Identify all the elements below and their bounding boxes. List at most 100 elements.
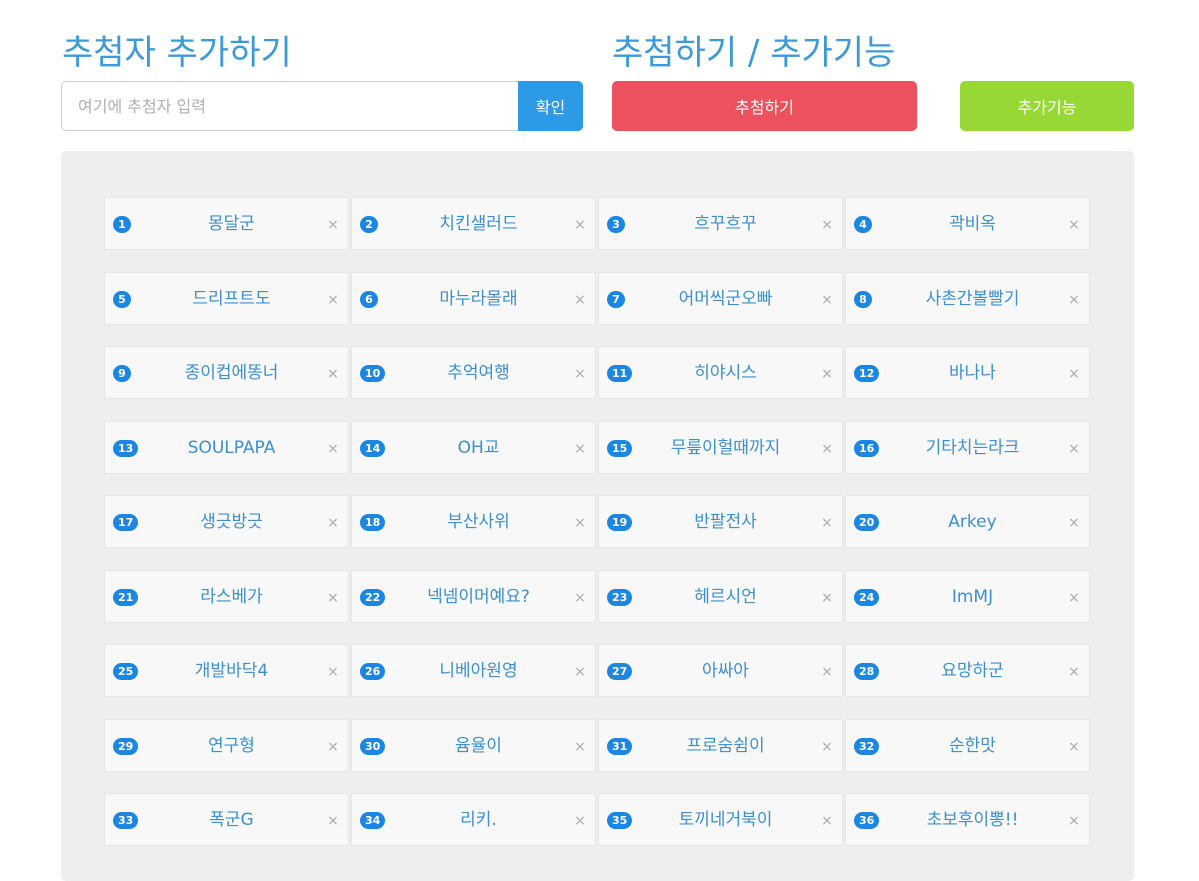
close-icon[interactable]: × <box>820 367 834 381</box>
participant-card: 28 요망하군 × <box>845 644 1090 697</box>
participant-number-badge: 29 <box>113 737 139 755</box>
close-icon[interactable]: × <box>573 367 587 381</box>
participant-card: 6 마누라몰래 × <box>351 271 596 325</box>
participant-card: 24 ImMJ × <box>845 569 1090 623</box>
participant-number-badge: 7 <box>607 290 625 308</box>
confirm-button[interactable]: 확인 <box>518 81 583 131</box>
participant-name: 곽비옥 <box>949 214 996 234</box>
participant-number-badge: 21 <box>113 588 139 606</box>
close-icon[interactable]: × <box>1067 740 1081 754</box>
participant-card: 15 무릎이헐때까지 × <box>598 420 843 474</box>
participant-name: 바나나 <box>949 363 996 383</box>
close-icon[interactable]: × <box>1067 516 1081 530</box>
participant-number-badge: 5 <box>113 290 131 308</box>
participant-number-badge: 8 <box>854 290 872 308</box>
participant-name: 순한맛 <box>949 735 996 756</box>
close-icon[interactable]: × <box>1067 814 1081 828</box>
participant-number-badge: 33 <box>113 812 139 829</box>
participant-card: 33 폭군G × <box>104 793 349 846</box>
participant-number-badge: 3 <box>607 216 625 233</box>
close-icon[interactable]: × <box>326 516 340 530</box>
participant-card: 31 프로숨쉼이 × <box>598 718 843 772</box>
close-icon[interactable]: × <box>1067 665 1081 679</box>
participant-number-badge: 34 <box>360 812 386 829</box>
close-icon[interactable]: × <box>820 665 834 679</box>
participant-number-badge: 36 <box>854 812 880 829</box>
participant-name: OH교 <box>457 437 500 458</box>
participant-number-badge: 1 <box>113 216 131 233</box>
participant-name: 니베아원영 <box>439 661 518 681</box>
close-icon[interactable]: × <box>573 814 587 828</box>
participant-name: 프로숨쉼이 <box>686 735 765 756</box>
participant-card: 27 아싸아 × <box>598 644 843 697</box>
participant-name: 추억여행 <box>447 363 510 383</box>
participant-card: 8 사촌간볼빨기 × <box>845 271 1090 325</box>
add-participant-form: 확인 <box>61 81 583 131</box>
participant-name: 리키. <box>460 810 497 830</box>
participant-number-badge: 35 <box>607 812 633 829</box>
close-icon[interactable]: × <box>326 665 340 679</box>
draw-button[interactable]: 추첨하기 <box>612 81 917 131</box>
close-icon[interactable]: × <box>326 814 340 828</box>
participant-name: 마누라몰래 <box>439 288 518 309</box>
extra-features-button[interactable]: 추가기능 <box>960 81 1134 131</box>
participant-number-badge: 18 <box>360 514 386 531</box>
participant-name: ImMJ <box>951 586 994 607</box>
close-icon[interactable]: × <box>820 516 834 530</box>
close-icon[interactable]: × <box>820 814 834 828</box>
participant-card: 25 개발바닥4 × <box>104 644 349 697</box>
participant-name: 치킨샐러드 <box>439 214 518 234</box>
participant-card: 18 부산사위 × <box>351 495 596 548</box>
participant-number-badge: 13 <box>113 439 139 457</box>
participant-name: 종이컵에똥너 <box>184 363 279 383</box>
participant-card: 12 바나나 × <box>845 346 1090 399</box>
close-icon[interactable]: × <box>573 442 587 456</box>
participant-number-badge: 11 <box>607 365 633 382</box>
close-icon[interactable]: × <box>1067 591 1081 605</box>
close-icon[interactable]: × <box>573 665 587 679</box>
participant-card: 1 몽달군 × <box>104 197 349 250</box>
participant-name: 생긋방긋 <box>200 512 263 532</box>
close-icon[interactable]: × <box>326 218 340 232</box>
participant-card: 23 헤르시언 × <box>598 569 843 623</box>
close-icon[interactable]: × <box>326 293 340 307</box>
close-icon[interactable]: × <box>1067 367 1081 381</box>
participant-name: 개발바닥4 <box>194 661 269 681</box>
close-icon[interactable]: × <box>326 591 340 605</box>
close-icon[interactable]: × <box>820 591 834 605</box>
participant-number-badge: 25 <box>113 663 139 680</box>
close-icon[interactable]: × <box>820 293 834 307</box>
close-icon[interactable]: × <box>1067 293 1081 307</box>
close-icon[interactable]: × <box>1067 218 1081 232</box>
close-icon[interactable]: × <box>573 218 587 232</box>
participant-number-badge: 15 <box>607 439 633 457</box>
close-icon[interactable]: × <box>326 740 340 754</box>
participant-card: 4 곽비옥 × <box>845 197 1090 250</box>
close-icon[interactable]: × <box>1067 442 1081 456</box>
close-icon[interactable]: × <box>573 591 587 605</box>
participant-card: 35 토끼네거북이 × <box>598 793 843 846</box>
close-icon[interactable]: × <box>326 442 340 456</box>
close-icon[interactable]: × <box>573 516 587 530</box>
participant-number-badge: 2 <box>360 216 378 233</box>
participant-number-badge: 32 <box>854 737 880 755</box>
participant-card: 14 OH교 × <box>351 420 596 474</box>
participant-list-panel: 1 몽달군 × 2 치킨샐러드 × 3 흐꾸흐꾸 × 4 곽비옥 × 5 드리프트도 × 6 마누라몰래 × 7 어머… <box>61 151 1134 881</box>
participant-card: 20 Arkey × <box>845 495 1090 548</box>
close-icon[interactable]: × <box>573 293 587 307</box>
participant-card: 21 라스베가 × <box>104 569 349 623</box>
participant-card: 11 히야시스 × <box>598 346 843 399</box>
participant-name: Arkey <box>948 512 997 532</box>
close-icon[interactable]: × <box>820 442 834 456</box>
participant-name: 부산사위 <box>447 512 510 532</box>
participant-number-badge: 16 <box>854 439 880 457</box>
participant-name: 연구형 <box>208 735 255 756</box>
close-icon[interactable]: × <box>573 740 587 754</box>
close-icon[interactable]: × <box>326 367 340 381</box>
participant-card: 9 종이컵에똥너 × <box>104 346 349 399</box>
close-icon[interactable]: × <box>820 740 834 754</box>
participant-name: 아싸아 <box>702 661 749 681</box>
participant-name-input[interactable] <box>61 81 518 131</box>
participant-card: 17 생긋방긋 × <box>104 495 349 548</box>
close-icon[interactable]: × <box>820 218 834 232</box>
